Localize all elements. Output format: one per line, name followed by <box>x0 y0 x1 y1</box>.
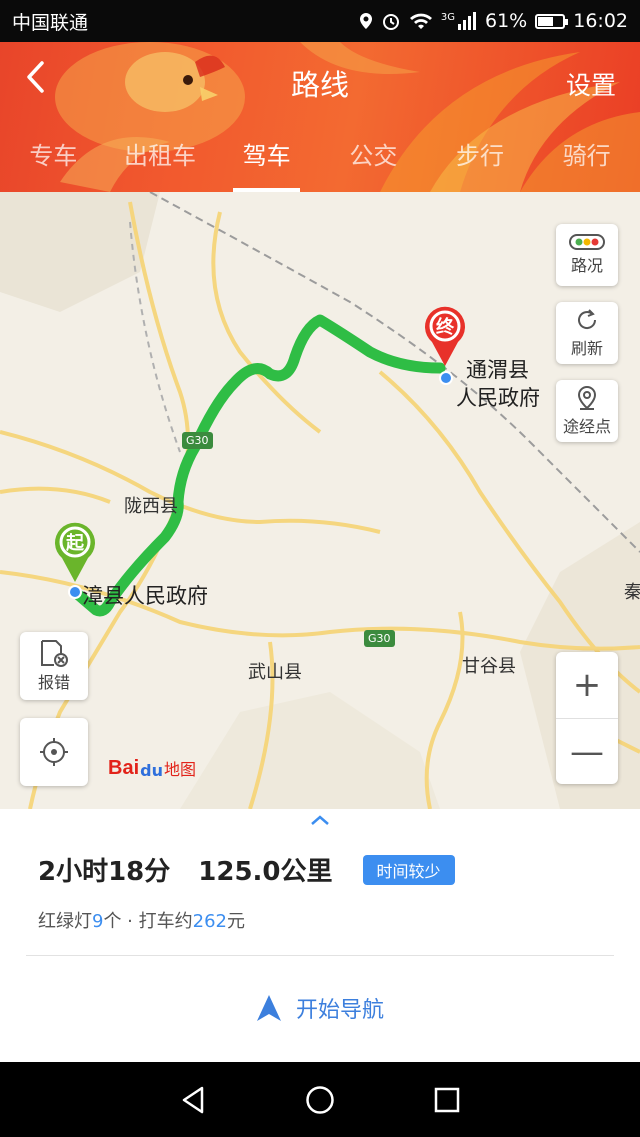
traffic-label: 路况 <box>570 256 603 275</box>
settings-button[interactable]: 设置 <box>566 66 616 102</box>
route-tag-badge: 时间较少 <box>362 854 455 885</box>
location-icon <box>359 13 372 29</box>
alarm-icon <box>382 14 399 30</box>
lights-prefix: 红绿灯 <box>38 911 92 932</box>
network-type: 3G <box>440 11 455 23</box>
place-wushan: 武山县 <box>248 662 302 683</box>
route-distance: 125.0公里 <box>198 857 333 887</box>
panel-divider <box>26 955 614 956</box>
traffic-light-icon <box>569 234 605 250</box>
route-map[interactable]: G30 G30 陇西县 武山县 甘谷县 秦 漳县人民政府 通渭县 人民政府 起 … <box>0 192 640 809</box>
report-error-button[interactable]: 报错 <box>20 632 88 700</box>
end-place-label-line1: 通渭县 <box>466 358 529 382</box>
tab-bike[interactable]: 骑行 <box>533 138 640 192</box>
refresh-label: 刷新 <box>570 339 603 358</box>
logo-bai: Bai <box>108 757 140 779</box>
zoom-control: + — <box>556 652 618 784</box>
carrier-name: 中国联通 <box>12 11 89 34</box>
start-place-label: 漳县人民政府 <box>82 584 208 608</box>
highway-shield-g30-south: G30 <box>364 630 395 647</box>
locate-me-button[interactable] <box>20 718 88 786</box>
zoom-in-button[interactable]: + <box>556 652 618 718</box>
status-bar: 中国联通 3G 61% 16:02 <box>0 0 640 42</box>
transport-mode-tabs: 专车 出租车 驾车 公交 步行 骑行 <box>0 138 640 192</box>
tab-walk[interactable]: 步行 <box>427 138 534 192</box>
circle-home-icon <box>306 1085 334 1114</box>
route-duration: 2小时18分 <box>38 857 171 887</box>
locate-target-icon <box>40 738 68 766</box>
waypoint-pin-icon <box>577 385 597 410</box>
traffic-button[interactable]: 路况 <box>556 224 618 286</box>
triangle-back-icon <box>183 1086 204 1113</box>
route-summary: 2小时18分 125.0公里 时间较少 <box>38 851 455 888</box>
start-marker[interactable]: 起 <box>52 520 98 584</box>
refresh-button[interactable]: 刷新 <box>556 302 618 364</box>
nav-back-button[interactable] <box>171 1078 215 1122</box>
tab-premium-car[interactable]: 专车 <box>0 138 107 192</box>
chevron-up-icon[interactable] <box>308 813 332 827</box>
battery-icon <box>535 13 569 29</box>
battery-fill <box>538 16 554 26</box>
nav-home-button[interactable] <box>298 1078 342 1122</box>
lights-suffix: 个 · 打车约 <box>103 911 193 932</box>
clock: 16:02 <box>573 10 628 32</box>
start-pin-text: 起 <box>66 533 84 554</box>
waypoint-label: 途经点 <box>562 417 611 436</box>
report-error-label: 报错 <box>37 673 70 692</box>
system-nav-bar <box>0 1062 640 1137</box>
page-title: 路线 <box>290 68 349 102</box>
fare-unit: 元 <box>226 911 245 932</box>
route-header: 路线 设置 专车 出租车 驾车 公交 步行 骑行 <box>0 42 640 192</box>
tab-transit[interactable]: 公交 <box>320 138 427 192</box>
lights-count: 9 <box>92 911 104 932</box>
place-gangu: 甘谷县 <box>462 656 516 677</box>
place-longxi: 陇西县 <box>124 496 178 517</box>
wifi-icon <box>409 13 432 29</box>
start-navigation-label: 开始导航 <box>295 998 384 1023</box>
refresh-icon <box>578 309 597 329</box>
route-summary-panel: 2小时18分 125.0公里 时间较少 红绿灯9个 · 打车约262元 开始导航 <box>0 809 640 1062</box>
end-pin-text: 终 <box>436 317 454 338</box>
battery-percent: 61% <box>485 10 528 32</box>
end-marker[interactable]: 终 <box>422 304 468 368</box>
tab-taxi[interactable]: 出租车 <box>107 138 214 192</box>
waypoint-button[interactable]: 途经点 <box>556 380 618 442</box>
map-background <box>0 192 640 809</box>
logo-du: du <box>140 761 163 780</box>
signal-icon <box>458 12 476 30</box>
zoom-out-button[interactable]: — <box>556 718 618 784</box>
place-qin: 秦 <box>624 582 640 603</box>
route-details: 红绿灯9个 · 打车约262元 <box>38 907 245 933</box>
end-place-label-line2: 人民政府 <box>456 386 540 410</box>
baidu-map-logo: Bai du 地图 <box>108 750 196 780</box>
report-document-icon <box>41 640 68 667</box>
logo-ditu: 地图 <box>163 760 196 779</box>
tab-drive[interactable]: 驾车 <box>213 138 320 192</box>
status-icons: 3G 61% 16:02 <box>359 10 628 32</box>
square-recents-icon <box>434 1087 459 1112</box>
highway-shield-g30: G30 <box>182 432 213 449</box>
start-navigation-button[interactable]: 开始导航 <box>0 992 640 1024</box>
navigation-arrow-icon <box>256 995 281 1021</box>
taxi-fare: 262 <box>192 911 227 932</box>
route-line <box>69 314 446 617</box>
nav-recents-button[interactable] <box>425 1078 469 1122</box>
